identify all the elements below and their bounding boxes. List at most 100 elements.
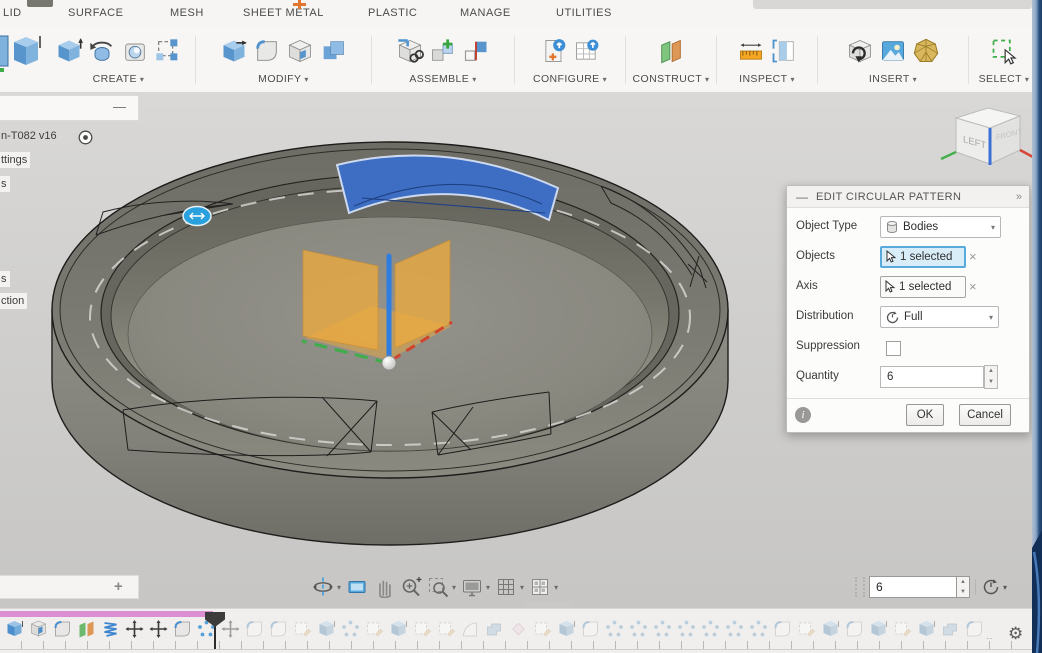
tab-plastic[interactable]: PLASTIC [368, 7, 417, 19]
timeline-feature-cpattern[interactable] [676, 619, 697, 639]
browser-item[interactable]: s [0, 176, 10, 192]
quantity-input[interactable]: 6 [880, 366, 984, 388]
timeline-feature-cpattern[interactable] [340, 619, 361, 639]
construction-plane-yz[interactable] [303, 250, 378, 350]
view-cube[interactable]: LEFT FRONT [938, 102, 1034, 180]
visibility-radio-icon[interactable] [77, 129, 94, 146]
timeline-feature-extrude[interactable] [388, 619, 409, 639]
tab-sheet-metal[interactable]: SHEET METAL [243, 7, 324, 19]
insert-component-icon[interactable] [395, 35, 425, 67]
orbit-button[interactable]: ▾ [312, 576, 341, 598]
timeline-feature-sketch[interactable] [364, 619, 385, 639]
toolbar-group-label[interactable]: MODIFY▾ [258, 73, 309, 85]
toolbar-group-label[interactable]: INSERT▾ [869, 73, 917, 85]
pan-button[interactable] [373, 576, 395, 598]
construction-plane-icon[interactable] [656, 35, 686, 67]
timeline-feature-fillet[interactable] [268, 619, 289, 639]
distribution-select[interactable]: Full ▾ [880, 306, 999, 328]
timeline-feature-sketch[interactable] [412, 619, 433, 639]
joint-icon[interactable] [428, 35, 458, 67]
chevron-down-icon[interactable]: ▾ [1003, 583, 1007, 592]
timeline-feature-cpattern[interactable] [724, 619, 745, 639]
move-manipulator-badge[interactable] [183, 207, 211, 226]
section-analysis-icon[interactable] [769, 35, 799, 67]
dialog-collapse-icon[interactable]: — [796, 192, 808, 202]
timeline-feature-cpattern[interactable] [700, 619, 721, 639]
canvas-icon[interactable] [878, 35, 908, 67]
cancel-button[interactable]: Cancel [959, 404, 1011, 426]
timeline-feature-fillet[interactable] [772, 619, 793, 639]
drag-grip-icon[interactable] [855, 577, 865, 597]
add-button[interactable]: + [114, 578, 123, 595]
clear-objects-icon[interactable]: × [969, 251, 977, 262]
timeline-feature-sketch[interactable] [436, 619, 457, 639]
hole-icon[interactable] [120, 35, 150, 67]
window-zoom-button[interactable]: ▾ [427, 576, 456, 598]
timeline-feature-fillet[interactable] [844, 619, 865, 639]
timeline-feature-move[interactable] [148, 619, 169, 639]
rectangular-pattern-icon[interactable] [153, 35, 183, 67]
timeline-feature-sketch[interactable] [532, 619, 553, 639]
browser-item-document[interactable]: n-T082 v16 [0, 128, 74, 144]
toolbar-group-label[interactable]: CONFIGURE▾ [533, 73, 607, 85]
timeline-feature-extrude[interactable] [4, 619, 25, 639]
objects-selection-button[interactable]: 1 selected [880, 246, 966, 268]
timeline-feature-cpattern[interactable] [748, 619, 769, 639]
browser-collapse-button[interactable]: — [113, 99, 126, 114]
tab-mesh[interactable]: MESH [170, 7, 204, 19]
derive-icon[interactable] [845, 35, 875, 67]
measure-icon[interactable] [736, 35, 766, 67]
spin-up-button[interactable]: ▲ [957, 577, 969, 587]
timeline-feature-dome[interactable] [460, 619, 481, 639]
dialog-overflow-icon[interactable]: » [1016, 191, 1022, 203]
timeline-feature-extrude[interactable] [916, 619, 937, 639]
timeline-feature-combine[interactable] [484, 619, 505, 639]
panel-grab-tab[interactable] [27, 0, 53, 7]
toolbar-group-label[interactable]: SELECT▾ [979, 73, 1030, 85]
suppression-checkbox[interactable] [886, 341, 901, 356]
object-type-select[interactable]: Bodies ▾ [880, 216, 1001, 238]
timeline-feature-extrude[interactable] [316, 619, 337, 639]
zoom-button[interactable] [400, 576, 422, 598]
rigid-group-icon[interactable] [461, 35, 491, 67]
timeline-feature-fillet[interactable] [172, 619, 193, 639]
timeline-feature-cpattern[interactable] [604, 619, 625, 639]
timeline-feature-sketch[interactable] [292, 619, 313, 639]
timeline-feature-combine[interactable] [940, 619, 961, 639]
timeline-feature-zigzag[interactable] [100, 619, 121, 639]
configuration-icon[interactable] [539, 35, 569, 67]
look-at-button[interactable] [346, 576, 368, 598]
timeline-feature-fillet[interactable] [580, 619, 601, 639]
timeline-feature-extrude[interactable] [868, 619, 889, 639]
toolbar-group-label[interactable]: CREATE▾ [93, 73, 145, 85]
tab-solid[interactable]: LID [3, 7, 22, 19]
press-pull-icon[interactable] [219, 35, 249, 67]
toolbar-group-label[interactable]: INSPECT▾ [739, 73, 795, 85]
viewports-button[interactable]: ▾ [529, 576, 558, 598]
spin-down-button[interactable]: ▼ [957, 587, 969, 597]
timeline-feature-extrude[interactable] [820, 619, 841, 639]
timeline-feature-sketch[interactable] [892, 619, 913, 639]
info-icon[interactable]: i [795, 407, 811, 423]
timeline-feature-corner[interactable] [28, 619, 49, 639]
select-window-icon[interactable] [989, 35, 1019, 67]
fillet-icon[interactable] [252, 35, 282, 67]
timeline-feature-plane[interactable] [76, 619, 97, 639]
tab-surface[interactable]: SURFACE [68, 7, 123, 19]
toolbar-group-label[interactable]: ASSEMBLE▾ [409, 73, 476, 85]
timeline-feature-cpattern[interactable] [628, 619, 649, 639]
timeline-feature-sketch[interactable] [796, 619, 817, 639]
browser-item-settings[interactable]: ttings [0, 152, 30, 168]
tab-manage[interactable]: MANAGE [460, 7, 511, 19]
clear-axis-icon[interactable]: × [969, 281, 977, 292]
extrude-icon[interactable] [54, 35, 84, 67]
circular-pattern-icon[interactable] [981, 577, 1001, 597]
insert-mesh-icon[interactable] [911, 35, 941, 67]
configuration-table-icon[interactable] [572, 35, 602, 67]
ok-button[interactable]: OK [906, 404, 944, 426]
timeline-feature-extrude[interactable] [556, 619, 577, 639]
combine-icon[interactable] [318, 35, 348, 67]
spin-down-button[interactable]: ▼ [985, 377, 997, 388]
origin-point[interactable] [382, 356, 396, 370]
timeline-settings-gear-icon[interactable]: ⚙ [1008, 624, 1023, 644]
